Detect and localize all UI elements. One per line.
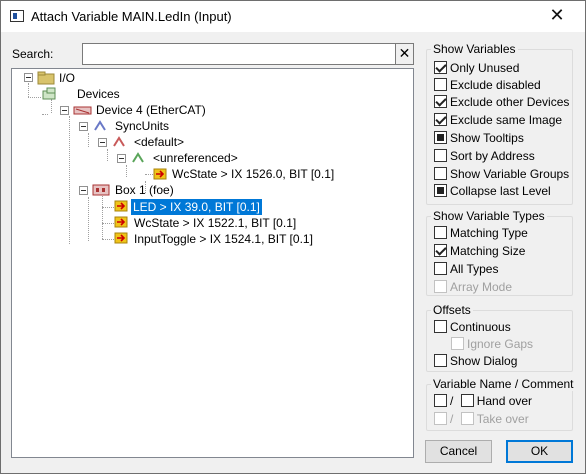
box1-expander[interactable]	[79, 186, 88, 195]
checkbox-icon	[434, 167, 447, 180]
collapse-last-level-checkbox[interactable]: Collapse last Level	[434, 184, 551, 200]
tree-node-syncunits[interactable]: SyncUnits	[115, 118, 169, 134]
checkbox-icon	[434, 149, 447, 162]
input-variable-icon	[153, 168, 167, 180]
tree-node-led-selected[interactable]: LED > IX 39.0, BIT [0.1]	[130, 198, 263, 216]
checkbox-icon	[434, 320, 447, 333]
array-mode-checkbox: Array Mode	[434, 280, 512, 296]
show-variable-types-title: Show Variable Types	[431, 209, 547, 223]
sort-by-address-checkbox[interactable]: Sort by Address	[434, 149, 535, 165]
sync-unit-icon	[113, 136, 125, 147]
default-expander[interactable]	[98, 138, 107, 147]
tree-node-inputtoggle[interactable]: InputToggle > IX 1524.1, BIT [0.1]	[134, 231, 313, 247]
exclude-same-image-label: Exclude same Image	[450, 113, 563, 127]
checkbox-disabled-icon	[451, 337, 464, 350]
checkbox-checked-icon	[434, 113, 447, 126]
sync-unit-icon	[132, 152, 144, 163]
cancel-button[interactable]: Cancel	[425, 440, 492, 463]
slash-separator: /	[450, 412, 454, 426]
close-icon[interactable]: ✕	[537, 3, 577, 29]
offsets-title: Offsets	[431, 303, 473, 317]
search-input[interactable]	[82, 43, 396, 65]
tree-node-device-4[interactable]: Device 4 (EtherCAT)	[96, 102, 206, 118]
sort-by-address-label: Sort by Address	[450, 149, 535, 163]
ignore-gaps-label: Ignore Gaps	[467, 337, 534, 351]
array-mode-label: Array Mode	[450, 280, 513, 294]
show-variable-groups-checkbox[interactable]: Show Variable Groups	[434, 167, 569, 183]
checkbox-disabled-icon	[434, 280, 447, 293]
sync-units-icon	[94, 120, 106, 131]
all-types-label: All Types	[450, 262, 499, 276]
device4-expander[interactable]	[60, 106, 69, 115]
window-title: Attach Variable MAIN.LedIn (Input)	[31, 9, 232, 24]
tree-node-wcstate-unref[interactable]: WcState > IX 1526.0, BIT [0.1]	[172, 166, 334, 182]
ignore-gaps-checkbox: Ignore Gaps	[451, 337, 533, 353]
attach-variable-dialog: Attach Variable MAIN.LedIn (Input) ✕ Sea…	[0, 0, 586, 474]
tree-node-box-1[interactable]: Box 1 (foe)	[115, 182, 174, 198]
matching-size-label: Matching Size	[450, 244, 526, 258]
box-icon	[92, 184, 110, 196]
matching-type-checkbox[interactable]: Matching Type	[434, 226, 528, 242]
checkbox-indeterminate-icon	[434, 131, 447, 144]
exclude-disabled-checkbox[interactable]: Exclude disabled	[434, 78, 541, 94]
checkbox-icon	[434, 226, 447, 239]
matching-type-label: Matching Type	[450, 226, 528, 240]
show-variables-title: Show Variables	[431, 42, 518, 56]
tree-node-unreferenced[interactable]: <unreferenced>	[153, 150, 238, 166]
exclude-other-devices-label: Exclude other Devices	[450, 95, 570, 109]
only-unused-label: Only Unused	[450, 61, 520, 75]
input-variable-icon	[114, 232, 128, 244]
comment-take-over-checkbox	[460, 412, 474, 425]
exclude-other-devices-checkbox[interactable]: Exclude other Devices	[434, 95, 569, 111]
checkbox-icon	[434, 354, 447, 367]
show-dialog-checkbox[interactable]: Show Dialog	[434, 354, 517, 370]
search-label: Search:	[12, 47, 54, 61]
checkbox-checked-icon	[434, 61, 447, 74]
tree-node-wcstate-box[interactable]: WcState > IX 1522.1, BIT [0.1]	[134, 215, 296, 231]
tree-node-default[interactable]: <default>	[134, 134, 184, 150]
checkbox-icon	[434, 262, 447, 275]
input-variable-icon	[114, 216, 128, 228]
unreferenced-expander[interactable]	[117, 154, 126, 163]
input-variable-icon	[114, 200, 128, 212]
show-tooltips-checkbox[interactable]: Show Tooltips	[434, 131, 524, 147]
hand-over-row: / Hand over	[434, 394, 532, 410]
show-tooltips-label: Show Tooltips	[450, 131, 524, 145]
syncunits-expander[interactable]	[79, 122, 88, 131]
matching-size-checkbox[interactable]: Matching Size	[434, 244, 525, 260]
variable-name-comment-title: Variable Name / Comment	[431, 377, 576, 391]
collapse-last-level-label: Collapse last Level	[450, 184, 551, 198]
slash-separator: /	[450, 394, 454, 408]
checkbox-checked-icon	[434, 244, 447, 257]
tree-node-devices[interactable]: Devices	[77, 86, 120, 102]
checkbox-icon	[434, 78, 447, 91]
variable-tree[interactable]: I/O Devices Device 4 (EtherCAT) SyncUnit…	[11, 68, 414, 458]
take-over-row: / Take over	[434, 412, 529, 428]
hand-over-label: Hand over	[476, 394, 533, 408]
checkbox-checked-icon	[434, 95, 447, 108]
name-hand-over-checkbox[interactable]	[434, 394, 447, 407]
exclude-same-image-checkbox[interactable]: Exclude same Image	[434, 113, 562, 129]
comment-hand-over-checkbox[interactable]	[460, 394, 474, 407]
name-take-over-checkbox	[434, 412, 447, 425]
app-window-icon	[10, 10, 24, 22]
tree-node-io[interactable]: I/O	[59, 70, 75, 86]
io-folder-icon	[37, 71, 55, 85]
title-bar: Attach Variable MAIN.LedIn (Input) ✕	[1, 1, 585, 32]
continuous-label: Continuous	[450, 320, 511, 334]
show-variable-groups-label: Show Variable Groups	[450, 167, 570, 181]
continuous-checkbox[interactable]: Continuous	[434, 320, 511, 336]
only-unused-checkbox[interactable]: Only Unused	[434, 61, 519, 77]
exclude-disabled-label: Exclude disabled	[450, 78, 541, 92]
checkbox-indeterminate-icon	[434, 184, 447, 197]
devices-icon	[42, 87, 56, 100]
ethercat-device-icon	[73, 106, 92, 115]
search-clear-button[interactable]: ✕	[395, 43, 414, 65]
take-over-label: Take over	[476, 412, 529, 426]
all-types-checkbox[interactable]: All Types	[434, 262, 498, 278]
ok-button[interactable]: OK	[506, 440, 573, 463]
io-expander[interactable]	[24, 73, 33, 82]
show-dialog-label: Show Dialog	[450, 354, 518, 368]
